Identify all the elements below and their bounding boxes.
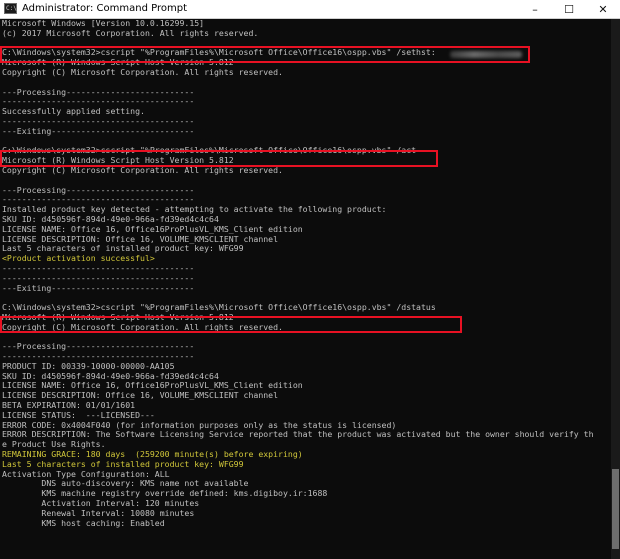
console-line: ---Exiting-----------------------------	[2, 125, 195, 136]
redacted-host-value	[450, 51, 522, 58]
console-line: (c) 2017 Microsoft Corporation. All righ…	[2, 27, 259, 38]
window-title: Administrator: Command Prompt	[22, 3, 187, 14]
cmd-icon: C:\	[4, 3, 17, 14]
console-line: Copyright (C) Microsoft Corporation. All…	[2, 164, 283, 175]
title-bar[interactable]: C:\ Administrator: Command Prompt – ☐ ✕	[0, 0, 620, 19]
console-line: Copyright (C) Microsoft Corporation. All…	[2, 321, 283, 332]
vertical-scrollbar[interactable]	[611, 19, 620, 559]
console-output[interactable]: Microsoft Windows [Version 10.0.16299.15…	[0, 19, 611, 559]
console-line: Copyright (C) Microsoft Corporation. All…	[2, 66, 283, 77]
console-line: KMS host caching: Enabled	[2, 517, 165, 528]
minimize-button[interactable]: –	[518, 0, 552, 18]
maximize-button[interactable]: ☐	[552, 0, 586, 18]
console-line: ---Exiting-----------------------------	[2, 282, 195, 293]
scrollbar-thumb[interactable]	[612, 469, 619, 549]
close-button[interactable]: ✕	[586, 0, 620, 18]
